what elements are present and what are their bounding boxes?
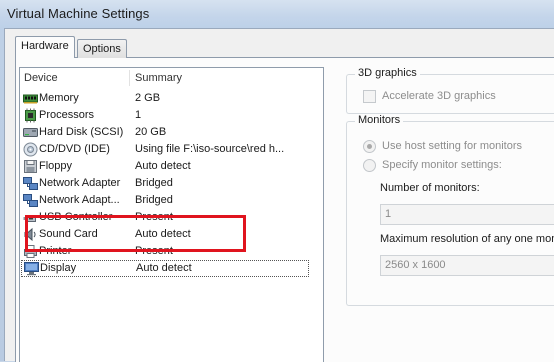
radio-button[interactable] (363, 159, 376, 172)
usb-icon (23, 210, 38, 225)
device-name: Floppy (39, 160, 73, 172)
processor-icon (23, 108, 38, 123)
device-summary: 1 (135, 109, 142, 121)
device-row-sound-card[interactable]: Sound Card Auto detect (20, 226, 323, 243)
device-row-floppy[interactable]: Floppy Auto detect (20, 158, 323, 175)
radio-selected-dot (367, 144, 372, 149)
network-adapter-icon (23, 193, 38, 208)
device-name: Network Adapter (39, 177, 121, 189)
display-icon (24, 261, 39, 276)
radio-button[interactable] (363, 140, 376, 153)
max-resolution-field[interactable]: 2560 x 1600 (380, 255, 554, 276)
device-summary: Auto detect (136, 262, 192, 274)
device-row-display[interactable]: Display Auto detect (21, 260, 309, 277)
memory-icon (23, 91, 38, 106)
group-3d-graphics: 3D graphics Accelerate 3D graphics (346, 67, 554, 114)
device-row-usb-controller[interactable]: USB Controller Present (20, 209, 323, 226)
window-title: Virtual Machine Settings (7, 6, 150, 21)
number-of-monitors-field[interactable]: 1 (380, 204, 554, 225)
checkbox-box[interactable] (363, 90, 376, 103)
device-name: Sound Card (39, 228, 98, 240)
column-header-device[interactable]: Device (24, 72, 58, 84)
sound-card-icon (23, 227, 38, 242)
column-header-summary[interactable]: Summary (135, 72, 182, 84)
group-legend-monitors: Monitors (355, 114, 404, 126)
device-summary: Auto detect (135, 160, 191, 172)
cd-dvd-icon (23, 142, 38, 157)
tab-hardware[interactable]: Hardware (15, 36, 75, 58)
device-row-hard-disk[interactable]: Hard Disk (SCSI) 20 GB (20, 124, 323, 141)
device-row-processors[interactable]: Processors 1 (20, 107, 323, 124)
device-row-network-adapter[interactable]: Network Adapter Bridged (20, 175, 323, 192)
hard-disk-icon (23, 125, 38, 140)
device-name: Hard Disk (SCSI) (39, 126, 124, 138)
device-name: Network Adapt... (39, 194, 120, 206)
floppy-icon (23, 159, 38, 174)
device-summary: 2 GB (135, 92, 161, 104)
number-of-monitors-label: Number of monitors: (380, 182, 480, 194)
device-summary: Using file F:\iso-source\red h... (135, 143, 285, 155)
radio-label: Use host setting for monitors (382, 140, 523, 152)
device-row-printer[interactable]: Printer Present (20, 243, 323, 260)
title-bar[interactable]: Virtual Machine Settings (0, 0, 554, 30)
network-adapter-icon (23, 176, 38, 191)
device-row-network-adapter-2[interactable]: Network Adapt... Bridged (20, 192, 323, 209)
device-row-cd-dvd[interactable]: CD/DVD (IDE) Using file F:\iso-source\re… (20, 141, 323, 158)
device-name: Printer (39, 245, 72, 257)
max-resolution-label: Maximum resolution of any one monitor (380, 233, 554, 245)
device-name: USB Controller (39, 211, 113, 223)
radio-label: Specify monitor settings: (382, 159, 502, 171)
group-legend-3d-graphics: 3D graphics (355, 67, 420, 79)
device-summary: Present (135, 211, 173, 223)
device-name: Processors (39, 109, 95, 121)
printer-icon (23, 244, 38, 259)
accelerate-3d-label: Accelerate 3D graphics (382, 90, 496, 102)
list-header: Device Summary (20, 68, 323, 88)
device-name: Memory (39, 92, 79, 104)
device-list[interactable]: Device Summary Memory 2 GB Processors 1 … (19, 67, 324, 362)
dialog-client-area: Hardware Options Device Summary Memory 2… (4, 28, 554, 362)
device-summary: Bridged (135, 177, 173, 189)
device-row-memory[interactable]: Memory 2 GB (20, 90, 323, 107)
device-summary: Present (135, 245, 173, 257)
device-summary: 20 GB (135, 126, 167, 138)
group-monitors: Monitors Use host setting for monitors S… (346, 114, 554, 306)
device-name: Display (40, 262, 77, 274)
tab-options[interactable]: Options (77, 39, 127, 58)
device-summary: Bridged (135, 194, 173, 206)
column-separator[interactable] (129, 70, 130, 86)
device-summary: Auto detect (135, 228, 191, 240)
device-name: CD/DVD (IDE) (39, 143, 110, 155)
